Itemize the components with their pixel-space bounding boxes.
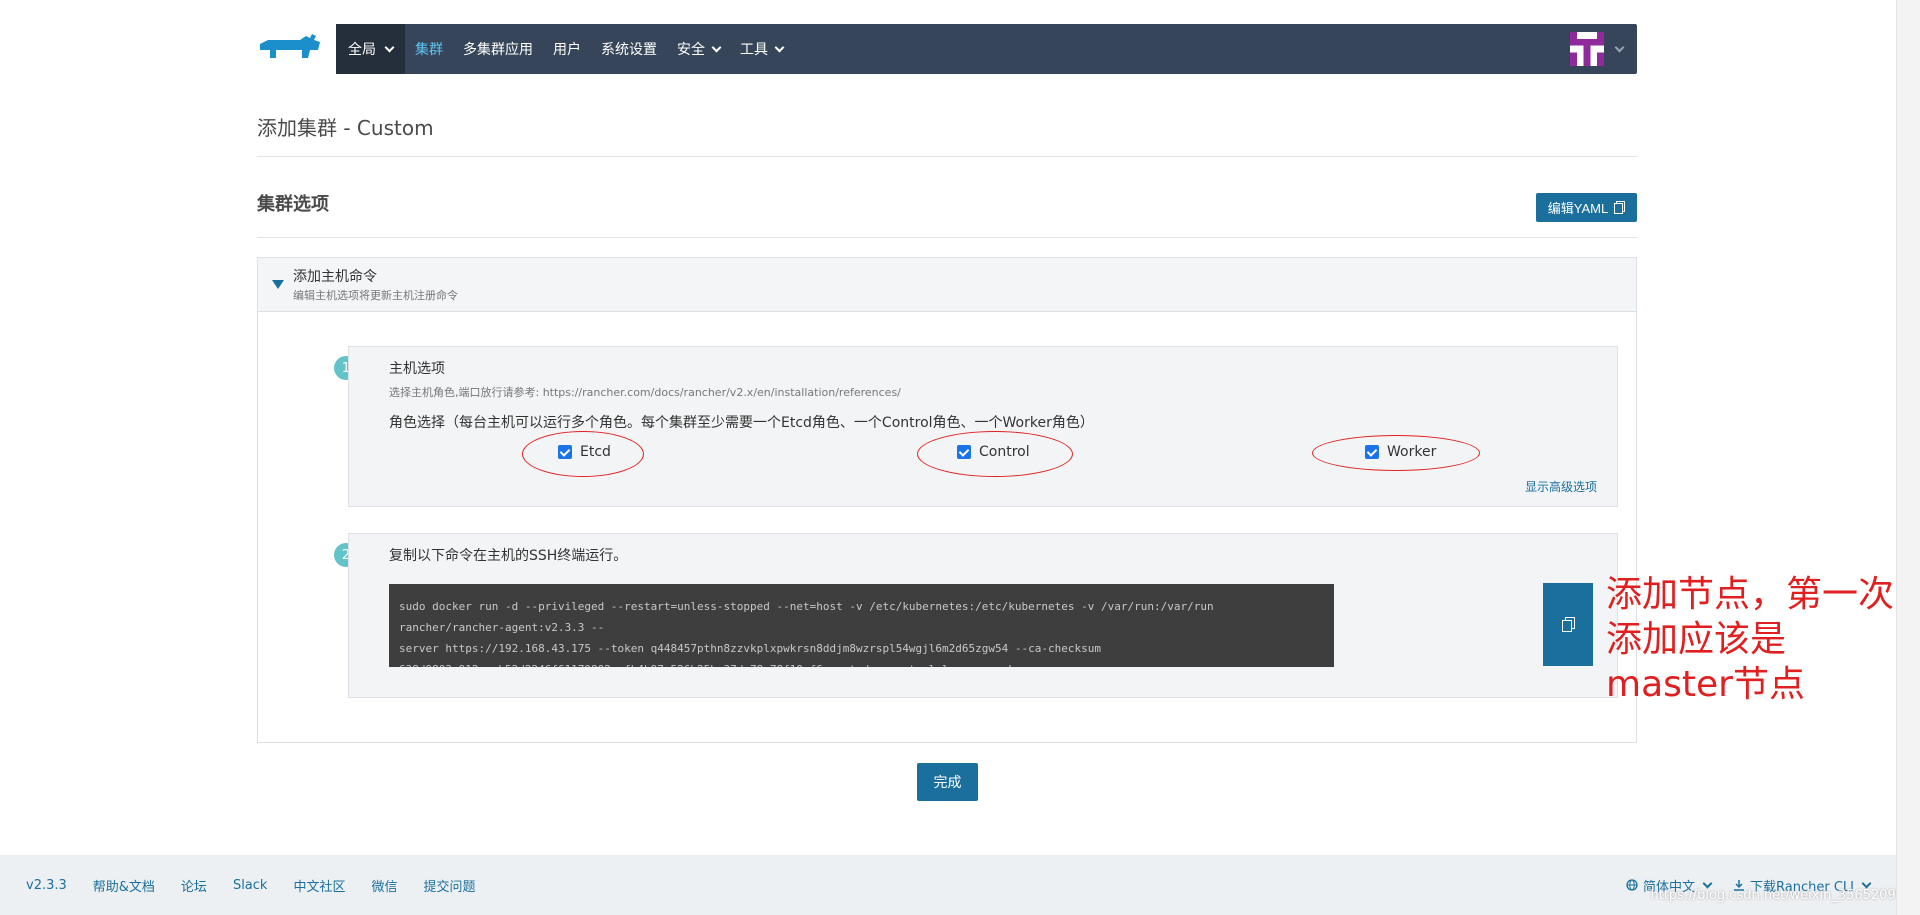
global-menu[interactable]: 全局 <box>336 24 405 74</box>
globe-icon <box>1626 879 1638 891</box>
top-navbar: 全局 集群 多集群应用 用户 系统设置 安全 工具 <box>336 24 1637 74</box>
footer-link-issues[interactable]: 提交问题 <box>423 876 475 895</box>
annotation-text: 添加节点，第一次 添加应该是 master节点 <box>1606 574 1895 705</box>
scrollbar[interactable] <box>1896 0 1920 915</box>
page-title: 添加集群 - Custom <box>257 116 434 140</box>
section-title: 集群选项 <box>257 194 329 215</box>
nav-item-label: 安全 <box>677 42 705 58</box>
show-advanced-options-link[interactable]: 显示高级选项 <box>1525 478 1597 495</box>
accordion-header[interactable]: 添加主机命令 编辑主机选项将更新主机注册命令 <box>258 258 1636 312</box>
chevron-down-icon <box>384 42 395 52</box>
nav-item-clusters[interactable]: 集群 <box>405 24 453 74</box>
footer-link-wechat[interactable]: 微信 <box>371 876 397 895</box>
registration-command[interactable]: sudo docker run -d --privileged --restar… <box>389 584 1334 667</box>
add-host-command-panel: 添加主机命令 编辑主机选项将更新主机注册命令 1 主机选项 选择主机角色,端口放… <box>257 257 1637 743</box>
footer-link-version[interactable]: v2.3.3 <box>26 878 67 893</box>
edit-yaml-label: 编辑YAML <box>1547 201 1609 216</box>
nav-item-tools[interactable]: 工具 <box>730 24 793 74</box>
done-button[interactable]: 完成 <box>917 763 978 801</box>
divider <box>257 156 1637 157</box>
command-box: 复制以下命令在主机的SSH终端运行。 sudo docker run -d --… <box>348 533 1618 698</box>
footer-link-forum[interactable]: 论坛 <box>181 876 207 895</box>
copy-command-button[interactable] <box>1543 583 1593 666</box>
host-options-box: 主机选项 选择主机角色,端口放行请参考: https://rancher.com… <box>348 346 1618 507</box>
host-options-subtitle: 选择主机角色,端口放行请参考: https://rancher.com/docs… <box>389 386 901 399</box>
nav-item-security[interactable]: 安全 <box>667 24 730 74</box>
footer-link-cn-community[interactable]: 中文社区 <box>293 876 345 895</box>
chevron-down-icon <box>1614 42 1625 52</box>
global-menu-label: 全局 <box>348 42 376 58</box>
nav-item-label: 工具 <box>740 42 768 58</box>
annotation-circle <box>917 431 1073 477</box>
user-menu[interactable] <box>1570 32 1637 66</box>
accordion-title: 添加主机命令 <box>293 269 377 285</box>
nav-item-label: 用户 <box>553 42 581 58</box>
annotation-circle <box>522 431 644 477</box>
command-instruction: 复制以下命令在主机的SSH终端运行。 <box>389 548 628 564</box>
nav-item-users[interactable]: 用户 <box>543 24 591 74</box>
nav-item-label: 集群 <box>415 42 443 58</box>
rancher-logo[interactable] <box>256 30 324 70</box>
command-line: server https://192.168.43.175 --token q4… <box>399 642 1101 655</box>
footer-link-help[interactable]: 帮助&文档 <box>93 876 155 895</box>
chevron-down-icon <box>774 42 785 52</box>
nav-item-settings[interactable]: 系统设置 <box>591 24 667 74</box>
chevron-down-icon <box>1861 878 1872 888</box>
footer: v2.3.3 帮助&文档 论坛 Slack 中文社区 微信 提交问题 简体中文 … <box>0 855 1896 915</box>
roles-label: 角色选择（每台主机可以运行多个角色。每个集群至少需要一个Etcd角色、一个Con… <box>389 415 1094 431</box>
chevron-down-icon <box>711 42 722 52</box>
chevron-down-icon <box>1702 878 1713 888</box>
host-options-title: 主机选项 <box>389 361 445 377</box>
caret-down-icon <box>272 280 284 289</box>
edit-yaml-button[interactable]: 编辑YAML <box>1536 193 1637 222</box>
copy-icon <box>1614 201 1626 214</box>
divider <box>257 237 1637 238</box>
command-line: sudo docker run -d --privileged --restar… <box>399 600 1214 634</box>
annotation-circle <box>1312 435 1480 471</box>
nav-item-multi-cluster-apps[interactable]: 多集群应用 <box>453 24 543 74</box>
avatar <box>1570 32 1604 66</box>
nav-item-label: 系统设置 <box>601 42 657 58</box>
command-line: 638d9803e912eceb52d2246f61179802ccfb4b97… <box>399 659 1324 667</box>
accordion-subtitle: 编辑主机选项将更新主机注册命令 <box>293 289 458 302</box>
copy-icon <box>1561 617 1575 632</box>
footer-link-slack[interactable]: Slack <box>233 878 268 893</box>
nav-item-label: 多集群应用 <box>463 42 533 58</box>
watermark: https://blog.csdn.net/weixin_35652099 <box>1650 888 1904 903</box>
footer-right: 简体中文 下载Rancher CLI <box>1626 855 1872 915</box>
